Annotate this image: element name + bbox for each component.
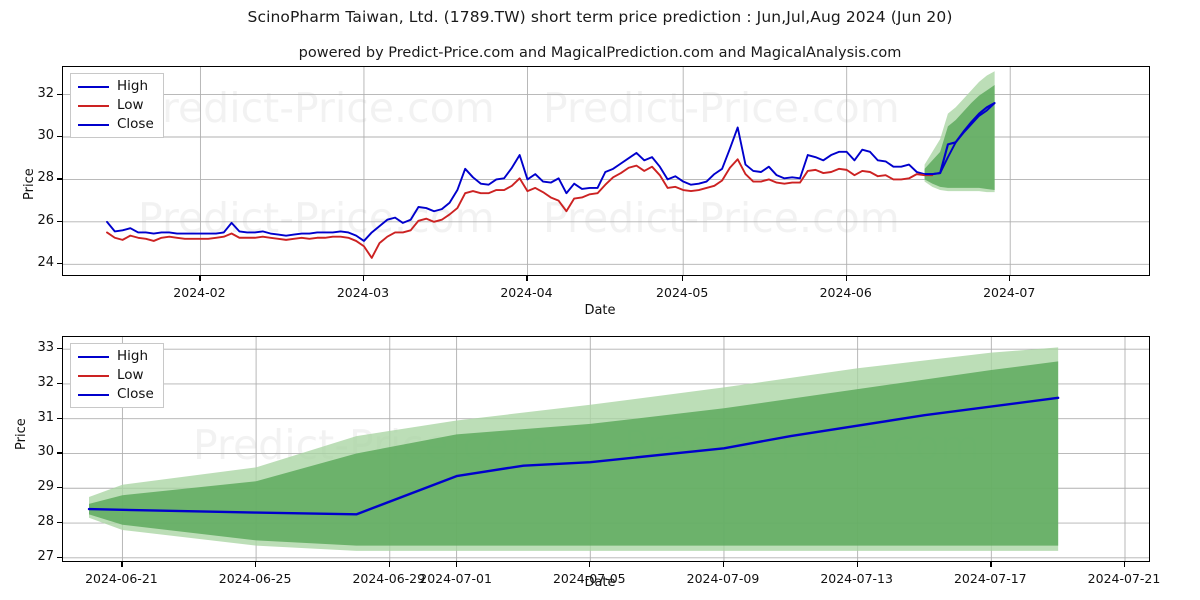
forecast-x-tick: 2024-07-21 [1087, 571, 1161, 586]
forecast-x-tickmark [856, 562, 858, 567]
forecast-chart-panel: Price Predict-Price.comPredict-Price.com… [0, 320, 1200, 600]
forecast-x-tick: 2024-06-21 [85, 571, 158, 586]
forecast-x-tick: 2024-07-01 [419, 571, 492, 586]
forecast-plot-svg: Predict-Price.comPredict-Price.com [63, 337, 1149, 561]
history-y-tick: 26 [37, 212, 54, 228]
forecast-y-tickmark [57, 348, 62, 350]
legend-swatch-low [78, 104, 109, 107]
history-y-tick: 32 [37, 85, 54, 101]
legend-item-high: High [78, 79, 154, 94]
legend-item-close: Close [78, 117, 154, 132]
history-x-tickmark [1009, 276, 1011, 281]
forecast-x-tickmark [255, 562, 257, 567]
forecast-x-tickmark [455, 562, 457, 567]
forecast-y-tick: 31 [37, 409, 54, 425]
legend-item-close: Close [78, 387, 154, 402]
history-x-tickmark [362, 276, 365, 281]
forecast-legend: High Low Close [70, 343, 164, 408]
watermark-text: Predict-Price.com [138, 194, 495, 242]
history-y-tickmark [57, 178, 62, 180]
legend-label-low: Low [117, 96, 144, 113]
legend-swatch-high [78, 85, 109, 88]
forecast-y-tickmark [57, 522, 62, 524]
history-x-tickmark [526, 276, 528, 281]
forecast-y-tickmark [57, 417, 62, 419]
legend-swatch-close [78, 393, 109, 396]
watermark-text: Predict-Price.com [138, 84, 495, 132]
chart-page: ScinoPharm Taiwan, Ltd. (1789.TW) short … [0, 0, 1200, 600]
legend-item-low: Low [78, 368, 154, 383]
forecast-x-tickmark [1124, 562, 1126, 567]
forecast-y-tick: 29 [37, 479, 54, 495]
legend-swatch-close [78, 123, 109, 126]
legend-label-high: High [117, 347, 149, 364]
legend-swatch-high [78, 355, 109, 358]
history-x-tick: 2024-06 [819, 285, 872, 300]
history-x-tickmark [845, 276, 847, 281]
forecast-x-tick: 2024-07-17 [953, 571, 1027, 586]
watermark-text: Predict-Price.com [543, 194, 900, 242]
legend-item-low: Low [78, 98, 154, 113]
history-y-tick: 28 [37, 170, 54, 186]
forecast-y-tick: 30 [37, 444, 54, 460]
history-y-tickmark [57, 93, 62, 95]
history-x-tickmark [682, 276, 684, 281]
history-x-tick: 2024-07 [983, 285, 1036, 300]
history-chart-panel: Price Predict-Price.com Predict-Price.com… [0, 0, 1200, 320]
forecast-y-tick: 27 [37, 548, 54, 564]
history-plot-area: Predict-Price.com Predict-Price.com Predic… [62, 66, 1150, 276]
legend-label-high: High [117, 77, 149, 94]
legend-swatch-low [78, 374, 109, 377]
history-x-tick: 2024-03 [336, 285, 390, 300]
forecast-y-tick: 33 [37, 340, 54, 356]
history-y-tick: 24 [37, 255, 54, 271]
watermark-text: Predict-Price.com [543, 84, 900, 132]
forecast-x-tickmark [990, 562, 992, 567]
forecast-x-tickmark [121, 562, 123, 567]
history-x-tick: 2024-04 [500, 285, 553, 300]
forecast-y-tick: 32 [37, 374, 54, 390]
history-y-tick: 30 [37, 128, 54, 143]
legend-label-close: Close [117, 115, 154, 132]
legend-label-low: Low [117, 366, 144, 383]
forecast-x-tick: 2024-06-25 [218, 571, 292, 586]
history-y-tickmark [57, 220, 62, 223]
forecast-plot-area: Predict-Price.comPredict-Price.com [62, 336, 1150, 562]
legend-item-high: High [78, 349, 154, 364]
history-y-tickmark [57, 263, 62, 265]
history-x-tick: 2024-02 [173, 285, 226, 300]
forecast-x-tickmark [589, 562, 591, 567]
forecast-y-tickmark [57, 452, 62, 454]
history-plot-svg: Predict-Price.com Predict-Price.com Predic… [63, 67, 1149, 275]
history-x-tick: 2024-05 [656, 285, 709, 300]
forecast-y-tickmark [57, 382, 62, 385]
forecast-x-tick: 2024-07-05 [552, 571, 626, 586]
forecast-x-tickmark [722, 562, 725, 567]
history-x-tickmark [199, 276, 201, 281]
forecast-y-tickmark [57, 556, 62, 558]
forecast-y-tick: 28 [37, 514, 54, 529]
history-x-axis-label: Date [584, 303, 616, 318]
history-legend: High Low Close [70, 73, 164, 138]
forecast-x-tick: 2024-07-09 [686, 571, 760, 586]
history-y-tickmark [57, 136, 62, 138]
forecast-y-tickmark [57, 487, 62, 489]
forecast-x-tick: 2024-07-13 [820, 571, 893, 586]
forecast-x-tickmark [388, 562, 390, 567]
legend-label-close: Close [117, 385, 154, 402]
